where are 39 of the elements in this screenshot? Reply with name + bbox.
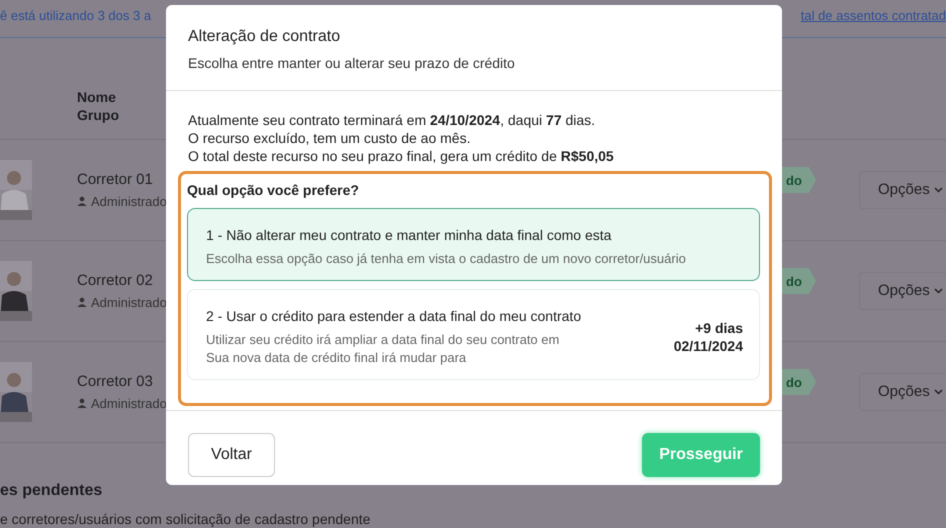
name-text: Corretor 03 [77, 372, 154, 392]
column-header: Grupo [77, 106, 119, 124]
status-tag: do [780, 369, 816, 395]
group-text: Administrado [91, 394, 167, 412]
options-button[interactable]: Opções [859, 272, 946, 310]
question-text: Qual opção você prefere? [187, 181, 360, 200]
option-title: 2 - Usar o crédito para estender a data final do meu contrato [206, 307, 582, 326]
back-button[interactable]: Voltar [188, 433, 275, 477]
status-tag: do [780, 268, 816, 294]
column-header: Nome [77, 88, 116, 106]
section-text: e corretores/usuários com solicitação de cadastro pendente [0, 510, 372, 528]
person-icon [77, 297, 87, 308]
group-text: Administrado [91, 192, 167, 210]
group-text: Administrado [91, 294, 167, 312]
option-card[interactable]: 1 - Não alterar meu contrato e manter minha data final como esta Escolha essa opção caso já tenha em vista o cadastro de um novo corretor/usuário [187, 208, 760, 281]
option-value: 02/11/2024 [674, 336, 743, 354]
section-title: es pendentes [0, 481, 104, 501]
status-tag: do [780, 167, 816, 193]
caret-icon [934, 288, 943, 294]
option-description: Utilizar seu crédito irá ampliar a data final do seu contrato em [206, 331, 560, 349]
name-text: Corretor 02 [77, 271, 154, 291]
option-card[interactable]: 2 - Usar o crédito para estender a data final do meu contrato Utilizar seu crédito irá ampliar a data final do seu contrato em Sua nova data de crédito final irá mudar para +9 dias 02/11/2024 [187, 289, 760, 380]
name-text: Corretor 01 [77, 170, 154, 190]
caret-icon [934, 388, 943, 395]
notice-text: ê está utilizando 3 dos 3 a [0, 7, 152, 25]
options-button[interactable]: Opções [859, 171, 946, 209]
caret-icon [934, 186, 943, 193]
info-text: O total deste recurso no seu prazo final, gera um crédito de R$50,05 [187, 147, 615, 165]
info-text: O recurso excluído, tem um custo de ao mês. [187, 129, 472, 147]
option-value: +9 dias [694, 318, 743, 336]
person-icon [77, 398, 87, 408]
option-description: Sua nova data de crédito final irá mudar para [206, 349, 468, 367]
options-button[interactable]: Opções [859, 373, 946, 411]
info-text: Atualmente seu contrato terminará em 24/10/2024, daqui 77 dias. [187, 111, 596, 129]
modal-title: Alteração de contrato [188, 27, 342, 47]
person-icon [77, 196, 87, 206]
option-description: Escolha essa opção caso já tenha em vista o cadastro de um novo corretor/usuário [206, 250, 686, 268]
modal-subtitle: Escolha entre manter ou alterar seu prazo de crédito [188, 54, 516, 73]
option-title: 1 - Não alterar meu contrato e manter minha data final como esta [206, 226, 612, 245]
